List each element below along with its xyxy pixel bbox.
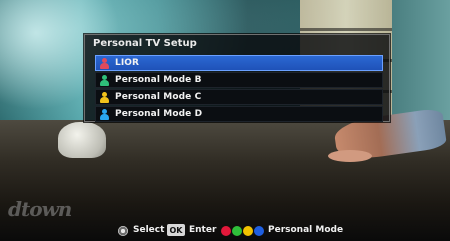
personal-mode-item-lior[interactable]: LIOR [95, 55, 383, 71]
yellow-button-icon [243, 226, 253, 236]
personal-mode-label: Personal Mode C [115, 92, 202, 102]
ok-key: OK [167, 224, 185, 236]
person-icon [99, 91, 110, 103]
personal-mode-item-c[interactable]: Personal Mode C [95, 89, 383, 105]
watermark-logo: dtown [8, 197, 72, 221]
background-toy [58, 122, 106, 158]
dpad-icon [118, 226, 128, 236]
enter-label: Enter [189, 225, 217, 235]
blue-button-icon [254, 226, 264, 236]
person-icon [99, 74, 110, 86]
personal-mode-label: LIOR [115, 58, 140, 68]
red-button-icon [221, 226, 231, 236]
personal-mode-item-b[interactable]: Personal Mode B [95, 72, 383, 88]
footer-help-bar: Select OK Enter Personal Mode [0, 220, 450, 241]
personal-mode-label: Personal Mode B [115, 75, 202, 85]
select-label: Select [133, 225, 165, 235]
personal-mode-item-d[interactable]: Personal Mode D [95, 106, 383, 122]
personal-mode-list: LIOR Personal Mode B Personal Mode C Per… [95, 55, 383, 123]
personal-mode-hint: Personal Mode [268, 225, 344, 235]
personal-tv-setup-dialog: Personal TV Setup LIOR Personal Mode B P… [84, 34, 390, 122]
personal-mode-label: Personal Mode D [115, 109, 203, 119]
background-child-foot [328, 150, 372, 162]
person-icon [99, 57, 110, 69]
dialog-title: Personal TV Setup [93, 38, 197, 49]
green-button-icon [232, 226, 242, 236]
person-icon [99, 108, 110, 120]
